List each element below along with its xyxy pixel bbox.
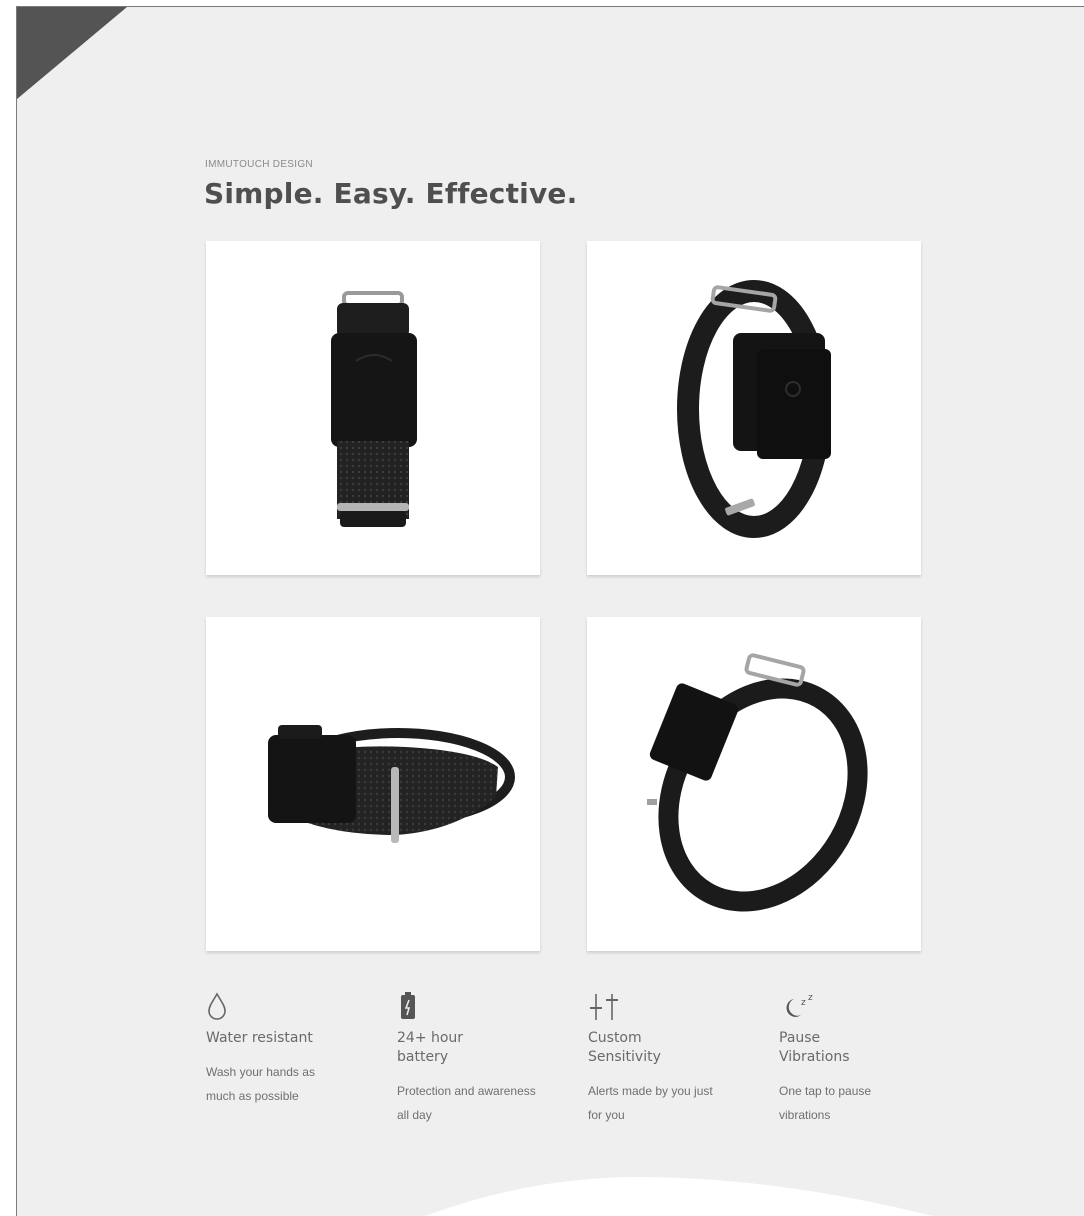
product-image-perspective[interactable] xyxy=(587,617,921,951)
sliders-icon xyxy=(588,991,748,1025)
wristband-front-image xyxy=(331,291,417,527)
wristband-perspective-image xyxy=(647,653,868,912)
battery-icon xyxy=(397,991,557,1025)
feature-water-resistant: Water resistant Wash your hands as much … xyxy=(206,991,366,1108)
feature-battery: 24+ hour battery Protection and awarenes… xyxy=(397,991,557,1127)
feature-pause-vibrations: zz Pause Vibrations One tap to pause vib… xyxy=(779,991,939,1127)
svg-text:z: z xyxy=(808,993,813,1003)
feature-title: 24+ hour battery xyxy=(397,1030,464,1065)
section-eyebrow: IMMUTOUCH DESIGN xyxy=(205,159,313,170)
wristband-angled-image xyxy=(677,280,831,538)
moon-zz-icon: zz xyxy=(779,991,939,1025)
feature-title: Water resistant xyxy=(206,1030,313,1046)
feature-description: Wash your hands as much as possible xyxy=(206,1065,315,1103)
bottom-wave-decoration xyxy=(425,1177,933,1216)
feature-title: Pause Vibrations xyxy=(779,1030,850,1065)
feature-description: Alerts made by you just for you xyxy=(588,1084,713,1122)
wristband-side-image xyxy=(268,725,515,843)
feature-description: Protection and awareness all day xyxy=(397,1084,536,1122)
product-image-side[interactable] xyxy=(206,617,540,951)
product-image-angled[interactable] xyxy=(587,241,921,575)
svg-text:z: z xyxy=(801,998,806,1008)
water-drop-icon xyxy=(206,991,366,1025)
section-headline: Simple. Easy. Effective. xyxy=(204,177,578,210)
feature-description: One tap to pause vibrations xyxy=(779,1084,872,1122)
product-image-front[interactable] xyxy=(206,241,540,575)
page-frame: IMMUTOUCH DESIGN Simple. Easy. Effective… xyxy=(16,6,1084,1216)
feature-custom-sensitivity: Custom Sensitivity Alerts made by you ju… xyxy=(588,991,748,1127)
feature-title: Custom Sensitivity xyxy=(588,1030,661,1065)
corner-accent xyxy=(17,7,127,99)
